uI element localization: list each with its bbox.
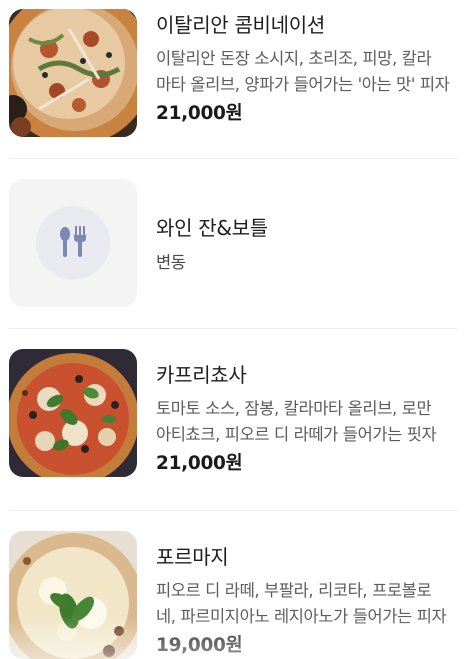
description-line: 피오르 디 라떼, 부팔라, 리코타, 프로볼로 <box>156 581 432 600</box>
description-line: 아티쵸크, 피오르 디 라떼가 들어가는 핏자 <box>156 425 437 444</box>
menu-item-name: 와인 잔&보틀 <box>156 216 268 240</box>
menu-item-description: 토마토 소스, 잠봉, 칼라마타 올리브, 로만 아티쵸크, 피오르 디 라떼가… <box>156 396 456 448</box>
menu-item-name: 포르마지 <box>156 545 229 569</box>
description-line: 마타 올리브, 양파가 들어가는 '아는 맛' 피자 <box>156 75 450 94</box>
menu-item-text: 와인 잔&보틀 변동 <box>156 215 456 276</box>
menu-item-description: 이탈리안 돈장 소시지, 초리조, 피망, 칼라 마타 올리브, 양파가 들어가… <box>156 46 456 98</box>
menu-item[interactable]: 카프리쵸사 토마토 소스, 잠봉, 칼라마타 올리브, 로만 아티쵸크, 피오르… <box>0 329 466 509</box>
menu-item-price-text: 변동 <box>156 253 186 272</box>
menu-item-name: 이탈리안 콤비네이션 <box>156 13 325 37</box>
menu-item-photo-placeholder <box>9 179 137 307</box>
menu-list: 이탈리안 콤비네이션 이탈리안 돈장 소시지, 초리조, 피망, 칼라 마타 올… <box>0 0 466 659</box>
menu-item[interactable]: 이탈리안 콤비네이션 이탈리안 돈장 소시지, 초리조, 피망, 칼라 마타 올… <box>0 0 466 158</box>
menu-item-price: 21,000원 <box>156 453 243 474</box>
menu-item-name: 카프리쵸사 <box>156 363 247 387</box>
menu-item-text: 이탈리안 콤비네이션 이탈리안 돈장 소시지, 초리조, 피망, 칼라 마타 올… <box>156 12 456 126</box>
menu-item-price: 21,000원 <box>156 103 243 124</box>
description-line: 네, 파르미지아노 레지아노가 들어가는 피자 <box>156 607 447 626</box>
pizza-capricciosa-image <box>9 349 137 477</box>
menu-item-text: 카프리쵸사 토마토 소스, 잠봉, 칼라마타 올리브, 로만 아티쵸크, 피오르… <box>156 362 456 476</box>
menu-item[interactable]: 와인 잔&보틀 변동 <box>0 159 466 327</box>
pizza-formaggi-image <box>9 531 137 659</box>
utensils-icon <box>60 226 86 257</box>
menu-item-photo <box>9 349 137 477</box>
menu-item-text: 포르마지 피오르 디 라떼, 부팔라, 리코타, 프로볼로 네, 파르미지아노 … <box>156 544 456 658</box>
description-line: 이탈리안 돈장 소시지, 초리조, 피망, 칼라 <box>156 49 432 68</box>
menu-item[interactable]: 포르마지 피오르 디 라떼, 부팔라, 리코타, 프로볼로 네, 파르미지아노 … <box>0 511 466 659</box>
menu-item-price: 19,000원 <box>156 635 243 656</box>
description-line: 토마토 소스, 잠봉, 칼라마타 올리브, 로만 <box>156 399 432 418</box>
menu-item-photo <box>9 531 137 659</box>
menu-item-description: 피오르 디 라떼, 부팔라, 리코타, 프로볼로 네, 파르미지아노 레지아노가… <box>156 578 456 630</box>
menu-item-photo <box>9 9 137 137</box>
pizza-combination-image <box>9 9 137 137</box>
